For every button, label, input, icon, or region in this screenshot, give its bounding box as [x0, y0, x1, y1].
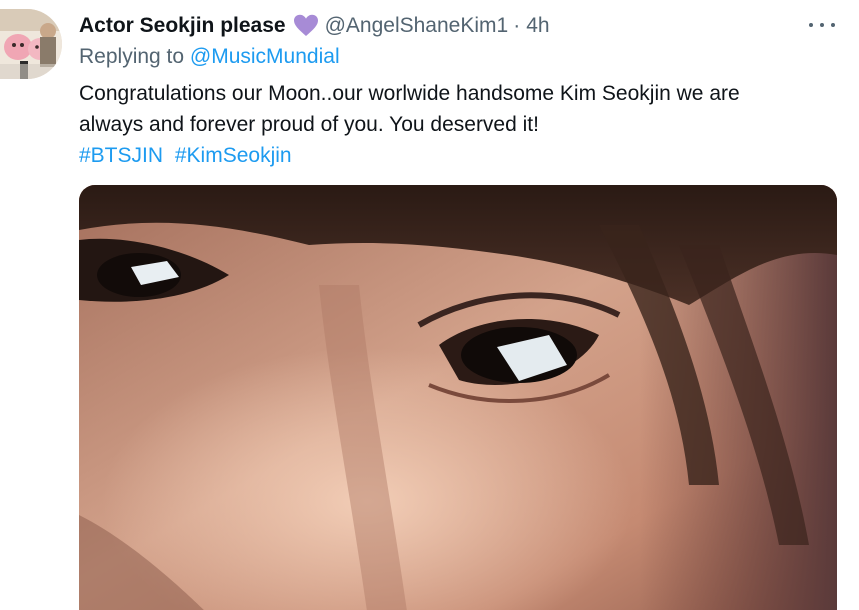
- display-name[interactable]: Actor Seokjin please: [79, 14, 286, 38]
- tweet-text-line: always and forever proud of you. You des…: [79, 113, 539, 136]
- user-handle[interactable]: @AngelShaneKim1: [325, 14, 509, 38]
- tweet-header: Actor Seokjin please @AngelShaneKim1 · 4…: [79, 12, 550, 40]
- hashtag-link[interactable]: #KimSeokjin: [175, 144, 292, 167]
- tweet-media-image[interactable]: [79, 185, 837, 610]
- reply-to-link[interactable]: @MusicMundial: [190, 45, 340, 68]
- purple-heart-icon: [293, 14, 319, 38]
- more-dot: [809, 23, 813, 27]
- reply-context: Replying to @MusicMundial: [79, 45, 340, 69]
- tweet-text-line: Congratulations our Moon..our worlwide h…: [79, 82, 740, 105]
- reply-prefix: Replying to: [79, 45, 185, 68]
- tweet[interactable]: Actor Seokjin please @AngelShaneKim1 · 4…: [0, 0, 859, 610]
- more-options-icon[interactable]: [809, 14, 835, 36]
- more-dot: [820, 23, 824, 27]
- avatar[interactable]: [0, 9, 62, 79]
- timestamp[interactable]: 4h: [526, 14, 549, 38]
- tweet-text: Congratulations our Moon..our worlwide h…: [79, 78, 839, 171]
- hashtags: #BTSJIN #KimSeokjin: [79, 140, 839, 171]
- more-dot: [831, 23, 835, 27]
- hashtag-link[interactable]: #BTSJIN: [79, 144, 163, 167]
- separator-dot: ·: [513, 14, 521, 37]
